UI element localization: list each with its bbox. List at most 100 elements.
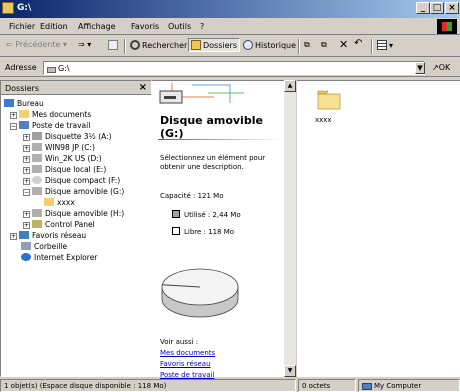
search-button[interactable]: Rechercher [130, 40, 187, 50]
tree-item-control-panel[interactable]: + Control Panel [23, 219, 95, 230]
folder-icon [317, 90, 341, 110]
tree-item-poste-de-travail[interactable]: − Poste de travail [10, 120, 90, 131]
file-list: xxxx [297, 80, 460, 377]
status-objects: 1 objet(s) (Espace disque disponible : 1… [0, 379, 296, 392]
address-dropdown-button[interactable]: ▼ [415, 62, 425, 74]
toolbar-separator [371, 39, 373, 54]
address-bar: Adresse G:\ ▼ ↗OK [0, 58, 460, 77]
delete-button[interactable]: ✕ [339, 38, 348, 51]
address-field[interactable]: G:\ [43, 61, 425, 75]
expand-icon[interactable]: + [10, 112, 17, 119]
minimize-button[interactable]: _ [416, 2, 430, 14]
delete-icon: ✕ [339, 38, 349, 51]
folders-pane-title: Dossiers [5, 84, 39, 93]
used-legend: Utilisé : 2,44 Mo [172, 210, 241, 219]
undo-button[interactable]: ↶ [354, 38, 362, 49]
expand-icon[interactable]: + [23, 134, 30, 141]
folder-icon [44, 198, 54, 206]
window-title: G:\ [17, 3, 32, 13]
free-swatch [172, 227, 180, 235]
drive-icon [32, 143, 42, 151]
tree-item-drive-e[interactable]: + Disque local (E:) [23, 164, 106, 175]
up-folder-button[interactable] [108, 40, 120, 50]
menu-affichage[interactable]: Affichage [78, 22, 116, 31]
forward-button[interactable]: ⇒ ▾ [78, 40, 91, 49]
scroll-up-button[interactable]: ▲ [284, 80, 296, 92]
tree-item-corbeille[interactable]: Corbeille [21, 241, 67, 252]
tree-item-xxxx[interactable]: xxxx [44, 197, 75, 208]
tree-item-drive-g[interactable]: − Disque amovible (G:) [23, 186, 124, 197]
scroll-down-button[interactable]: ▼ [284, 365, 296, 377]
collapse-icon[interactable]: − [23, 189, 30, 196]
tree-item-mes-documents[interactable]: + Mes documents [10, 109, 91, 120]
tree-item-drive-d[interactable]: + Win_2K US (D:) [23, 153, 102, 164]
folders-button[interactable]: Dossiers [188, 38, 240, 52]
expand-icon[interactable]: + [23, 167, 30, 174]
maximize-button[interactable]: □ [430, 2, 444, 14]
close-pane-button[interactable]: × [139, 82, 147, 93]
header-decoration [152, 81, 252, 104]
expand-icon[interactable]: + [23, 145, 30, 152]
vertical-scrollbar[interactable]: ▲ ▼ [284, 80, 296, 377]
close-button[interactable]: × [445, 2, 459, 14]
menu-edition[interactable]: Edition [40, 22, 68, 31]
move-to-icon: ⧉ [304, 40, 310, 49]
expand-icon[interactable]: + [23, 222, 30, 229]
tree-item-drive-f[interactable]: + Disque compact (F:) [23, 175, 120, 186]
expand-icon[interactable]: + [10, 233, 17, 240]
tree-item-favoris-reseau[interactable]: + Favoris réseau [10, 230, 86, 241]
views-icon [377, 40, 387, 50]
internet-explorer-icon [21, 253, 31, 261]
views-button[interactable]: ▾ [377, 40, 393, 50]
file-name: xxxx [315, 116, 332, 124]
drive-icon [32, 165, 42, 173]
link-favoris-reseau[interactable]: Favoris réseau [160, 360, 211, 368]
status-bar: 1 objet(s) (Espace disque disponible : 1… [0, 378, 460, 392]
toolbar-separator [298, 39, 300, 54]
copy-to-button[interactable]: ⧉ [321, 40, 327, 50]
undo-icon: ↶ [354, 38, 363, 49]
history-button[interactable]: Historique [243, 40, 296, 50]
computer-icon [362, 383, 372, 390]
move-to-button[interactable]: ⧉ [304, 40, 310, 50]
status-size: 0 octets [298, 379, 356, 392]
back-arrow-icon: ⇐ [6, 40, 16, 49]
tree-item-bureau[interactable]: Bureau [4, 98, 44, 109]
computer-icon [19, 121, 29, 129]
back-button[interactable]: ⇐ Précédente ▾ [6, 40, 67, 49]
desktop-icon [4, 99, 14, 107]
go-button[interactable]: ↗OK [432, 63, 450, 72]
menu-fichier[interactable]: Fichier [9, 22, 35, 31]
status-zone: My Computer [358, 379, 460, 392]
folders-pane-header: Dossiers × [1, 81, 151, 95]
folders-icon [191, 40, 201, 50]
go-arrow-icon: ↗ [432, 63, 439, 72]
menu-favoris[interactable]: Favoris [131, 22, 159, 31]
expand-icon[interactable]: + [23, 156, 30, 163]
forward-arrow-icon: ⇒ ▾ [78, 40, 92, 49]
used-swatch [172, 210, 180, 218]
folders-pane: Dossiers × Bureau + Mes documents − Poste … [0, 80, 152, 377]
address-label: Adresse [5, 63, 37, 72]
up-folder-icon [108, 40, 118, 50]
drive-title: Disque amovible (G:) [160, 114, 263, 140]
drive-icon [2, 2, 14, 14]
toolbar: ⇐ Précédente ▾ ⇒ ▾ Rechercher Dossiers H… [0, 36, 460, 57]
drive-icon [32, 187, 42, 195]
web-view-panel: Disque amovible (G:) Sélectionnez un élé… [152, 80, 295, 379]
description-text: Sélectionnez un élément pour obtenir une… [160, 154, 266, 171]
tree-item-drive-c[interactable]: + WIN98 JP (C:) [23, 142, 95, 153]
drive-icon [32, 154, 42, 162]
expand-icon[interactable]: + [23, 211, 30, 218]
folder-icon [19, 110, 29, 118]
copy-to-icon: ⧉ [321, 40, 327, 49]
menu-outils[interactable]: Outils [168, 22, 191, 31]
menu-help[interactable]: ? [200, 22, 204, 31]
expand-icon[interactable]: + [23, 178, 30, 185]
tree-item-drive-h[interactable]: + Disque amovible (H:) [23, 208, 124, 219]
tree-item-internet-explorer[interactable]: Internet Explorer [21, 252, 97, 263]
link-mes-documents[interactable]: Mes documents [160, 349, 215, 357]
tree-item-drive-a[interactable]: + Disquette 3½ (A:) [23, 131, 112, 142]
cd-icon [32, 176, 42, 184]
collapse-icon[interactable]: − [10, 123, 17, 130]
